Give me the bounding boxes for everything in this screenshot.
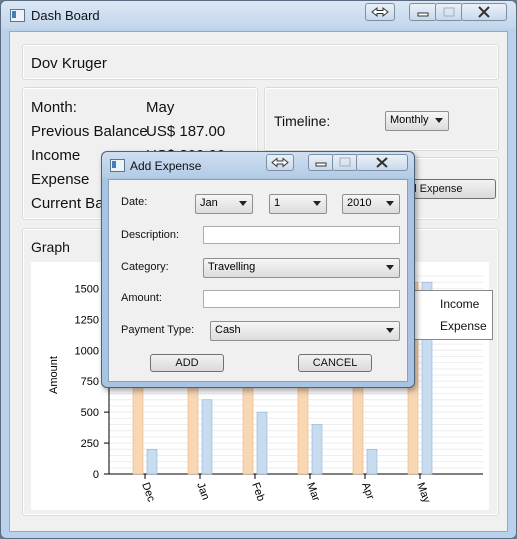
- chart-legend: Income Expense: [411, 290, 493, 340]
- chevron-down-icon: [435, 118, 443, 123]
- expense-bar: [242, 374, 254, 475]
- app-icon: [10, 9, 25, 22]
- expense-bar: [352, 374, 364, 475]
- x-tick-label: Feb: [249, 481, 267, 503]
- y-tick-label: 500: [81, 407, 99, 419]
- income-label: Income: [31, 147, 81, 164]
- x-tick-label: May: [414, 481, 433, 505]
- payment-type-select[interactable]: Cash: [210, 321, 400, 341]
- add-expense-dialog: Add Expense Date: Jan 1 2010 Description…: [101, 151, 415, 388]
- income-bar: [366, 448, 378, 475]
- day-selected: 1: [274, 197, 281, 209]
- dialog-app-icon: [110, 159, 125, 172]
- y-tick-label: 750: [81, 376, 99, 388]
- cancel-button[interactable]: CANCEL: [298, 354, 372, 372]
- close-button[interactable]: [461, 3, 507, 21]
- user-name: Dov Kruger: [31, 55, 107, 72]
- amount-label: Amount:: [121, 292, 162, 304]
- chevron-down-icon: [386, 201, 394, 206]
- chevron-down-icon: [386, 328, 394, 333]
- timeline-panel: Timeline: Monthly: [264, 87, 499, 151]
- payment-type-selected: Cash: [215, 324, 241, 336]
- income-bar: [201, 399, 213, 475]
- timeline-selected: Monthly: [390, 114, 429, 126]
- category-select[interactable]: Travelling: [203, 258, 400, 278]
- amount-input[interactable]: [203, 290, 400, 308]
- year-select[interactable]: 2010: [342, 194, 400, 214]
- window-title: Dash Board: [31, 8, 100, 23]
- dialog-close-button[interactable]: [356, 154, 408, 171]
- timeline-select[interactable]: Monthly: [385, 111, 449, 131]
- y-tick-label: 1500: [75, 283, 99, 295]
- expense-bar: [297, 374, 309, 475]
- description-input[interactable]: [203, 226, 400, 244]
- dialog-client: Date: Jan 1 2010 Description: Category: …: [108, 179, 408, 382]
- previous-balance-value: US$ 187.00: [146, 123, 226, 140]
- category-selected: Travelling: [208, 261, 256, 273]
- month-select[interactable]: Jan: [195, 194, 253, 214]
- expense-bar: [132, 374, 144, 475]
- year-selected: 2010: [347, 197, 372, 209]
- legend-expense: Expense: [440, 319, 487, 333]
- dialog-resize-icon[interactable]: [266, 154, 294, 171]
- dialog-minimize-button[interactable]: [308, 154, 334, 171]
- minimize-button[interactable]: [409, 3, 437, 21]
- y-tick-label: 1000: [75, 345, 99, 357]
- resize-arrows-icon[interactable]: [365, 3, 395, 21]
- month-selected: Jan: [200, 197, 218, 209]
- income-bar: [256, 411, 268, 475]
- category-label: Category:: [121, 261, 169, 273]
- chevron-down-icon: [239, 201, 247, 206]
- maximize-button[interactable]: [435, 3, 463, 21]
- x-tick-label: Mar: [304, 481, 322, 503]
- day-select[interactable]: 1: [269, 194, 327, 214]
- add-button[interactable]: ADD: [150, 354, 224, 372]
- user-panel: Dov Kruger: [22, 44, 499, 80]
- dialog-maximize-button[interactable]: [332, 154, 358, 171]
- month-value: May: [146, 99, 175, 116]
- x-tick-label: Dec: [139, 481, 157, 504]
- y-axis-label: Amount: [48, 356, 60, 394]
- graph-title: Graph: [31, 239, 70, 255]
- expense-bar: [187, 374, 199, 475]
- payment-type-label: Payment Type:: [121, 324, 195, 336]
- expense-label: Expense: [31, 171, 90, 188]
- dialog-title-bar[interactable]: Add Expense: [102, 152, 414, 178]
- timeline-label: Timeline:: [274, 113, 331, 129]
- y-tick-label: 1250: [75, 314, 99, 326]
- previous-balance-label: Previous Balance: [31, 123, 148, 140]
- date-label: Date:: [121, 196, 148, 208]
- chevron-down-icon: [313, 201, 321, 206]
- x-tick-label: Jan: [194, 481, 211, 502]
- x-tick-label: Apr: [359, 481, 376, 502]
- description-label: Description:: [121, 229, 180, 241]
- y-tick-label: 250: [81, 438, 99, 450]
- income-bar: [146, 448, 158, 475]
- y-tick-label: 0: [93, 469, 99, 481]
- chevron-down-icon: [386, 265, 394, 270]
- title-bar[interactable]: Dash Board: [1, 1, 516, 29]
- dialog-title: Add Expense: [130, 159, 202, 173]
- month-label: Month:: [31, 99, 77, 116]
- income-bar: [311, 424, 323, 475]
- legend-income: Income: [440, 297, 480, 311]
